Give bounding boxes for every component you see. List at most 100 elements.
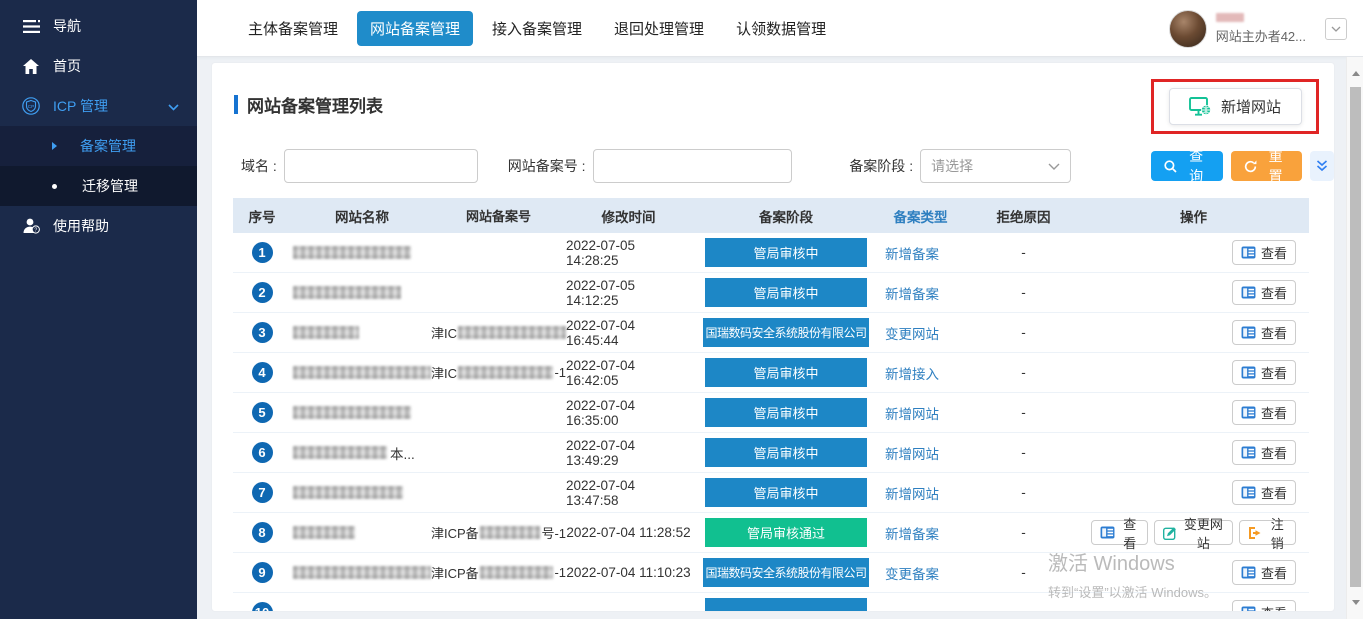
site-name-cell <box>291 486 431 499</box>
add-website-button[interactable]: 新增网站 <box>1169 88 1302 125</box>
table-row: 9津ICP备-12022-07-04 11:10:23国瑞数码安全系统股份有限公… <box>233 553 1309 593</box>
row-index-badge: 3 <box>252 322 273 343</box>
actions-cell: 查看 <box>1091 320 1309 345</box>
column-header: 序号 <box>233 206 291 226</box>
view-icon <box>1241 486 1256 499</box>
chevron-down-icon <box>168 98 179 114</box>
actions-cell: 查看 <box>1091 360 1309 385</box>
action-view-button[interactable]: 查看 <box>1232 280 1296 305</box>
table-row: 12022-07-05 14:28:25管局审核中新增备案-查看 <box>233 233 1309 273</box>
actions-cell: 查看 <box>1091 280 1309 305</box>
filing-type: 新增备案 <box>881 283 956 303</box>
site-name-cell <box>291 326 431 339</box>
row-index-badge: 2 <box>252 282 273 303</box>
icp-number-cell: 津IC-1 <box>431 363 566 382</box>
actions-cell: 查看 <box>1091 600 1309 612</box>
reset-button[interactable]: 重置 <box>1231 151 1302 181</box>
scroll-down-arrow[interactable] <box>1347 594 1363 611</box>
sidebar-item-filing-management[interactable]: 备案管理 <box>0 126 197 166</box>
redacted-site-name <box>293 366 431 379</box>
reject-reason: - <box>956 405 1091 420</box>
reject-reason: - <box>956 525 1091 540</box>
top-tabs: 主体备案管理网站备案管理接入备案管理退回处理管理认领数据管理 <box>235 11 839 46</box>
table-row: 4津IC-12022-07-04 16:42:05管局审核中新增接入-查看 <box>233 353 1309 393</box>
filing-type: 变更网站 <box>881 323 956 343</box>
sidebar-item-label: ICP 管理 <box>53 96 108 116</box>
redacted-site-name <box>293 246 411 259</box>
redacted-site-name <box>293 526 355 539</box>
sidebar-item-migration-management[interactable]: 迁移管理 <box>0 166 197 206</box>
user-name-block: 网站主办者42... <box>1216 13 1306 45</box>
tab-1[interactable]: 网站备案管理 <box>357 11 473 46</box>
icp-number-input[interactable] <box>593 149 793 183</box>
sidebar-item-label: 首页 <box>53 56 81 76</box>
bullet-icon <box>52 184 57 189</box>
row-index-badge: 1 <box>252 242 273 263</box>
action-view-button[interactable]: 查看 <box>1232 600 1296 612</box>
filter-row: 域名 : 网站备案号 : 备案阶段 : 请选择 查询 重置 <box>212 149 1334 183</box>
table-header: 序号网站名称网站备案号修改时间备案阶段备案类型拒绝原因操作 <box>233 198 1309 233</box>
domain-input[interactable] <box>284 149 478 183</box>
site-name-cell <box>291 566 431 579</box>
action-view-button[interactable]: 查看 <box>1091 520 1148 545</box>
view-icon <box>1241 446 1256 459</box>
filing-type: 新增备案 <box>881 523 956 543</box>
actions-cell: 查看 <box>1091 240 1309 265</box>
site-name-suffix: 本... <box>390 443 415 463</box>
icp-prefix: 津IC <box>431 323 457 342</box>
modified-time: 2022-07-05 14:28:25 <box>566 238 691 268</box>
reject-reason: - <box>956 245 1091 260</box>
modified-time: 2022-07-04 11:28:52 <box>566 525 691 540</box>
scroll-up-arrow[interactable] <box>1347 65 1363 82</box>
sidebar-item-home[interactable]: 首页 <box>0 46 197 86</box>
tab-2[interactable]: 接入备案管理 <box>479 11 595 46</box>
search-icon <box>1164 160 1177 173</box>
content-card: 网站备案管理列表 新增网站 域名 : 网站备案号 : 备案阶段 : 请选择 查询 <box>211 62 1335 612</box>
scrollbar-thumb[interactable] <box>1350 87 1361 587</box>
icp-prefix: 津IC <box>431 363 457 382</box>
view-icon <box>1241 366 1256 379</box>
action-view-button[interactable]: 查看 <box>1232 320 1296 345</box>
sidebar-item-nav[interactable]: 导航 <box>0 6 197 46</box>
view-icon <box>1241 326 1256 339</box>
action-logout-button[interactable]: 注销 <box>1239 520 1296 545</box>
tab-3[interactable]: 退回处理管理 <box>601 11 717 46</box>
icp-number-cell: 津ICP备号-1 <box>431 523 566 542</box>
column-header: 网站名称 <box>291 206 431 226</box>
modified-time: 2022-07-04 16:42:05 <box>566 358 691 388</box>
tab-0[interactable]: 主体备案管理 <box>235 11 351 46</box>
actions-cell: 查看变更网站注销 <box>1091 520 1309 545</box>
vertical-scrollbar[interactable] <box>1346 57 1363 619</box>
triangle-down-icon <box>1352 600 1360 605</box>
stage-badge: 国瑞数码安全系统股份有限公司 <box>703 318 869 347</box>
site-name-cell <box>291 526 431 539</box>
annotation-box: 新增网站 <box>1151 79 1319 134</box>
expand-filters-button[interactable] <box>1310 151 1334 181</box>
action-view-button[interactable]: 查看 <box>1232 240 1296 265</box>
modified-time: 2022-07-04 16:45:44 <box>566 318 691 348</box>
action-change-button[interactable]: 变更网站 <box>1154 520 1233 545</box>
icp-suffix: -1 <box>554 565 566 580</box>
user-dropdown-button[interactable] <box>1325 18 1347 40</box>
refresh-icon <box>1244 160 1257 173</box>
action-view-button[interactable]: 查看 <box>1232 360 1296 385</box>
sidebar: 导航 首页 CP ICP 管理 备案管理 迁移管理 ? 使用帮助 <box>0 0 197 619</box>
action-view-button[interactable]: 查看 <box>1232 400 1296 425</box>
tab-4[interactable]: 认领数据管理 <box>723 11 839 46</box>
stage-select[interactable]: 请选择 <box>920 149 1071 183</box>
sidebar-item-help[interactable]: ? 使用帮助 <box>0 206 197 246</box>
sidebar-item-label: 使用帮助 <box>53 216 109 236</box>
action-view-button[interactable]: 查看 <box>1232 560 1296 585</box>
sidebar-item-icp[interactable]: CP ICP 管理 <box>0 86 197 126</box>
view-icon <box>1241 246 1256 259</box>
stage-badge: 管局审核中 <box>705 278 867 307</box>
redacted-site-name <box>293 406 411 419</box>
search-button[interactable]: 查询 <box>1151 151 1222 181</box>
actions-cell: 查看 <box>1091 400 1309 425</box>
table-row: 22022-07-05 14:12:25管局审核中新增备案-查看 <box>233 273 1309 313</box>
user-box[interactable]: 网站主办者42... <box>1169 0 1347 57</box>
action-view-button[interactable]: 查看 <box>1232 480 1296 505</box>
avatar[interactable] <box>1169 10 1207 48</box>
action-view-button[interactable]: 查看 <box>1232 440 1296 465</box>
triangle-up-icon <box>1352 71 1360 76</box>
